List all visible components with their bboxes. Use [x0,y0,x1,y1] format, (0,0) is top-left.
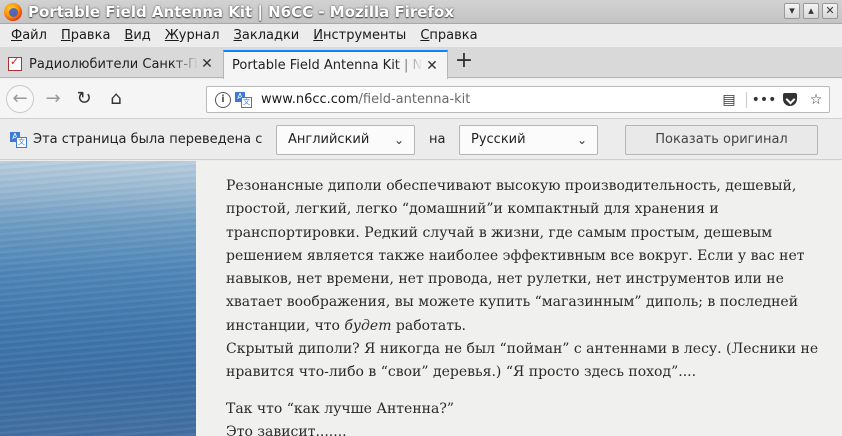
close-tab-icon[interactable]: ✕ [423,58,441,74]
target-language-select[interactable]: Русский ⌄ [459,125,598,155]
menu-edit[interactable]: Правка [54,28,117,43]
pocket-icon[interactable] [783,93,797,106]
new-tab-button[interactable]: + [452,50,476,74]
translate-icon[interactable]: A文 [235,91,253,108]
chevron-down-icon: ⌄ [576,133,587,147]
menu-file[interactable]: Файл [4,28,54,43]
page-content: Резонансные диполи обеспечивают высокую … [0,161,842,436]
source-language-select[interactable]: Английский ⌄ [276,125,415,155]
reload-button[interactable]: ↻ [72,87,96,111]
window-controls: ▾ ▴ ✕ [781,3,838,19]
close-tab-icon[interactable]: ✕ [198,56,216,72]
title-bar: Portable Field Antenna Kit | N6CC - Mozi… [0,0,842,24]
close-window-button[interactable]: ✕ [822,3,838,19]
window-title: Portable Field Antenna Kit | N6CC - Mozi… [28,2,454,21]
url-divider [746,91,747,108]
checkbox-favicon-icon [8,55,22,71]
chevron-down-icon: ⌄ [393,133,404,147]
tab-radio-spb[interactable]: Радиолюбители Санкт-Петербурга ✕ [0,50,222,78]
url-bar[interactable]: i A文 www.n6cc.com/field-antenna-kit ▤ ••… [206,86,830,113]
article-paragraph: Резонансные диполи обеспечивают высокую … [226,178,805,334]
url-actions: ▤ ••• ☆ [716,87,829,112]
page-actions-menu-icon[interactable]: ••• [751,92,777,108]
article-paragraph: Скрытый диполи? Я никогда не был “пойман… [226,341,819,381]
maximize-button[interactable]: ▴ [803,3,819,19]
reader-view-icon[interactable]: ▤ [716,92,742,108]
back-button[interactable]: ← [6,85,34,113]
menu-history[interactable]: Журнал [158,28,227,43]
url-text[interactable]: www.n6cc.com/field-antenna-kit [261,92,470,107]
tab-label: Радиолюбители Санкт-Петербурга [29,56,198,72]
home-button[interactable]: ⌂ [104,87,128,111]
menu-view[interactable]: Вид [117,28,157,43]
minimize-button[interactable]: ▾ [784,3,800,19]
tab-strip: Радиолюбители Санкт-Петербурга ✕ Portabl… [0,47,842,79]
article-body: Резонансные диполи обеспечивают высокую … [226,175,826,436]
translation-message: Эта страница была переведена с [33,132,263,147]
menu-bar: Файл Правка Вид Журнал Закладки Инструме… [0,24,842,47]
article-paragraph: Так что “как лучше Антенна?” [226,400,454,417]
tab-antenna-kit[interactable]: Portable Field Antenna Kit | N6CC ✕ [223,50,448,79]
translation-bar: A文 Эта страница была переведена с Англий… [0,120,842,160]
show-original-button[interactable]: Показать оригинал [625,125,818,155]
navigation-bar: ← → ↻ ⌂ i A文 www.n6cc.com/field-antenna-… [0,79,842,119]
to-label: на [429,132,446,147]
menu-bookmarks[interactable]: Закладки [227,28,307,43]
firefox-logo-icon [4,2,22,21]
bookmark-star-icon[interactable]: ☆ [803,92,829,108]
menu-tools[interactable]: Инструменты [306,28,413,43]
translate-icon: A文 [10,132,28,148]
sea-background-image [0,161,196,436]
menu-help[interactable]: Справка [413,28,484,43]
article-paragraph: Это зависит....... [226,423,347,436]
info-icon[interactable]: i [215,91,231,108]
tab-label: Portable Field Antenna Kit | N6CC [232,58,423,73]
forward-button[interactable]: → [41,87,65,111]
